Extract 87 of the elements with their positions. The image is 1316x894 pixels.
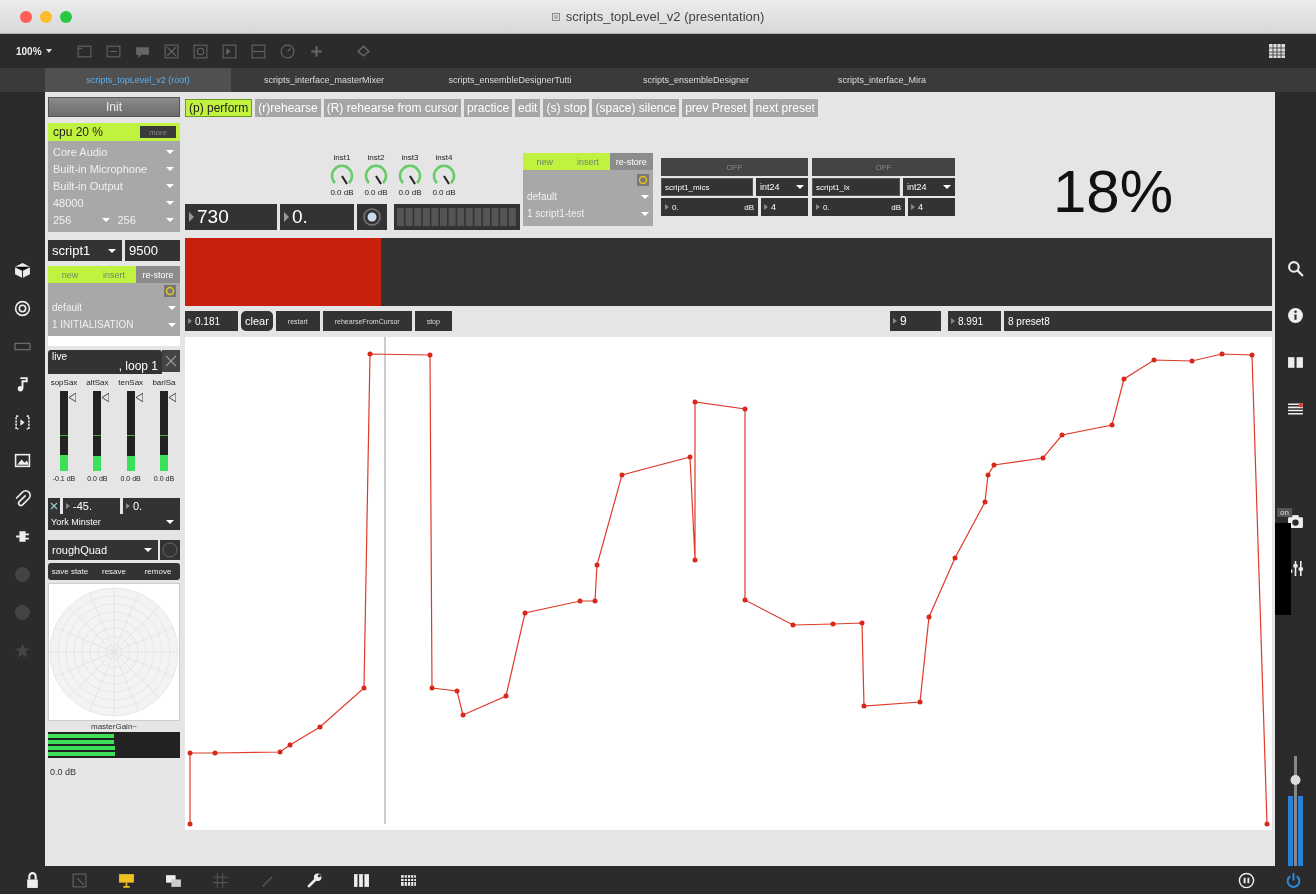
gain-box[interactable]: 0. dB [661,198,758,216]
gain-reading: 0.0 dB [432,188,456,197]
speaker-layout-menu[interactable]: roughQuad [48,540,158,560]
init-button[interactable]: Init [48,97,180,117]
gain-reading: 0.0 dB [330,188,354,197]
number-box[interactable]: 8.991 [948,311,1001,331]
close-icon[interactable] [48,498,60,514]
format-menu[interactable]: int24 [756,178,808,196]
name-field[interactable]: script1_lx [812,178,900,196]
mode-button[interactable]: (p) perform [185,99,253,117]
target-icon[interactable] [14,300,31,317]
number-box[interactable]: -45. [63,498,120,514]
number-box[interactable]: 0. [280,204,354,230]
star-icon[interactable] [14,642,31,659]
search-icon[interactable] [1287,260,1304,277]
caret-icon [45,49,52,53]
bracket-icon[interactable] [14,414,31,431]
slider-thumb[interactable] [135,393,143,402]
list-icon[interactable] [1287,401,1304,418]
knob-label: inst3 [401,153,419,162]
name-field[interactable]: script1_mics [661,178,753,196]
window-title: scripts_topLevel_v2 (presentation) [565,9,765,24]
loop-menu[interactable]: live , loop 1 [48,350,162,374]
format-menu[interactable]: int24 [903,178,955,196]
slider-thumb[interactable] [102,393,110,402]
script-menu[interactable]: script1 [48,240,122,261]
state-button[interactable]: save state [48,563,92,580]
state-button[interactable]: resave [92,563,136,580]
state-button[interactable]: remove [136,563,180,580]
zoom-menu[interactable]: 100% [16,45,42,57]
pause-icon[interactable] [1238,871,1255,889]
ring-icon[interactable] [164,285,176,297]
image-icon[interactable] [14,452,31,469]
paperclip-icon[interactable] [14,490,31,507]
dial-icon[interactable] [278,42,296,60]
ring-icon[interactable] [637,174,649,186]
gain-slider[interactable] [160,391,168,471]
power-icon[interactable] [1285,871,1302,889]
channel-label: bariSa [152,378,176,387]
patcher-tab[interactable]: scripts_topLevel_v2 (root) [45,68,231,92]
wrench-icon[interactable] [306,871,323,889]
clear-button[interactable]: clear [241,311,273,331]
knob-label: inst2 [367,153,385,162]
master-gain-reading: 0.0 dB [49,767,78,777]
preset-name-field: 8 preset8 [1004,311,1272,331]
cube-icon[interactable] [14,262,31,279]
document-icon [551,12,560,21]
presentation-mode-icon[interactable] [118,871,135,889]
close-icon[interactable] [162,350,180,372]
knob-label: inst1 [333,153,351,162]
gain-box[interactable]: 0. dB [812,198,905,216]
volume-meter[interactable] [1287,756,1304,866]
number-box[interactable]: 4 [761,198,808,216]
slider-thumb[interactable] [169,393,176,402]
piano-icon[interactable] [353,871,370,889]
slider-thumb[interactable] [69,393,76,402]
number-box[interactable]: 730 [185,204,277,230]
channel-label: altSax [86,378,109,387]
channel-label: sopSax [50,378,78,387]
camera-icon[interactable] [1287,513,1304,530]
number-box[interactable]: 9 [890,311,941,331]
gain-slider[interactable] [126,391,135,471]
channel-label: tenSax [118,378,144,387]
toggle-button[interactable] [357,204,387,230]
number-box[interactable]: 0. [123,498,180,514]
on-label: on [1277,508,1292,517]
plug-icon[interactable] [14,528,31,545]
gain-slider[interactable] [60,391,68,471]
grid-icon[interactable] [1268,43,1286,59]
lock-icon[interactable] [24,871,41,889]
slider-icon[interactable] [249,42,267,60]
cpu-label: cpu 20 % [53,125,104,139]
loop-mode: live [52,351,67,362]
reverb-menu[interactable]: York Minster [48,514,180,530]
number-box[interactable]: 4 [908,198,955,216]
columns-icon[interactable] [1287,354,1304,371]
info-icon[interactable] [1287,307,1304,324]
gain-slider[interactable] [93,391,102,471]
knob-label: inst4 [435,153,453,162]
number-box[interactable]: 0.181 [185,311,238,331]
master-gain-label: masterGain~ [90,722,138,731]
progress-percent: 18% [1053,162,1174,222]
gain-reading: 0.0 dB [398,188,422,197]
gain-reading: 0.0 dB [364,188,388,197]
loop-label: , loop 1 [118,359,158,373]
number-box[interactable]: 9500 [125,240,180,261]
toggle-icon[interactable] [162,42,180,60]
